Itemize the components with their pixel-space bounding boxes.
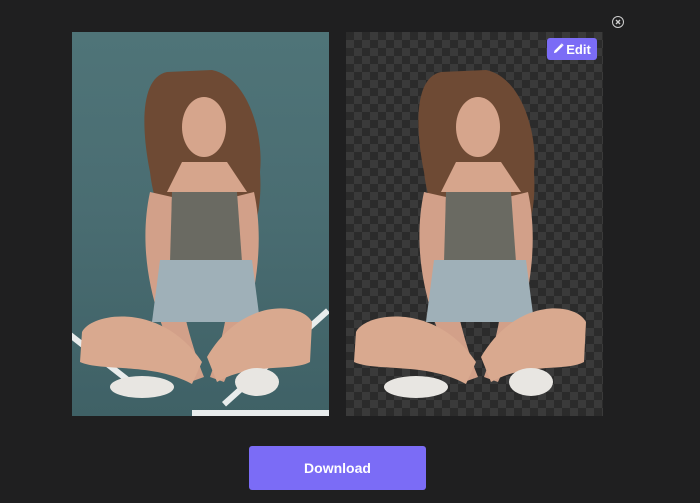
edit-button[interactable]: Edit <box>547 38 597 60</box>
original-image <box>72 32 329 416</box>
person-figure <box>80 70 312 398</box>
close-icon[interactable] <box>612 16 624 28</box>
person-figure-cutout <box>354 70 586 398</box>
download-button-label: Download <box>304 460 371 476</box>
background-remover-dialog: Edit Download <box>0 0 700 503</box>
edit-button-label: Edit <box>566 41 591 57</box>
download-button[interactable]: Download <box>249 446 426 490</box>
pencil-icon <box>553 42 564 57</box>
result-image <box>346 32 603 416</box>
